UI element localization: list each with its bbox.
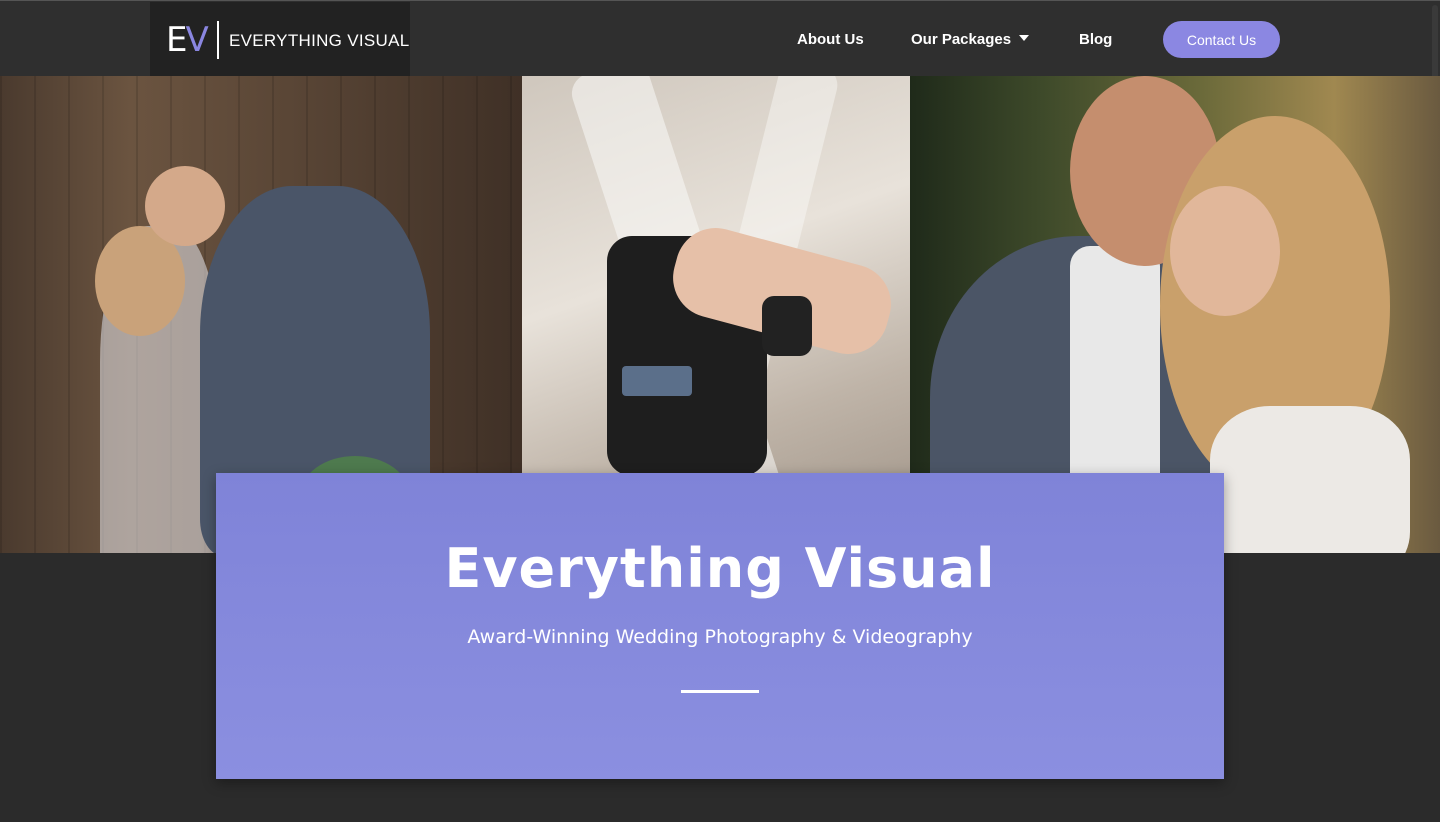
nav-our-packages[interactable]: Our Packages [911,31,1030,48]
site-header: EV EVERYTHING VISUAL About Us Our Packag… [0,0,1440,125]
hero-feature-box: Everything Visual Award-Winning Wedding … [216,473,1224,779]
caret-down-icon [1019,35,1030,42]
nav-about-us[interactable]: About Us [797,31,864,48]
logo-divider [217,21,219,59]
page-title: Everything Visual [444,537,996,600]
page: EV EVERYTHING VISUAL About Us Our Packag… [0,0,1440,822]
logo[interactable]: EV EVERYTHING VISUAL [150,2,410,77]
logo-mark: EV [166,20,209,60]
logo-mark-v: V [185,20,208,60]
divider-line [681,690,759,693]
logo-mark-e: E [166,20,188,60]
contact-us-button[interactable]: Contact Us [1163,21,1280,58]
page-subtitle: Award-Winning Wedding Photography & Vide… [467,626,973,648]
nav-blog[interactable]: Blog [1079,31,1112,48]
nav-our-packages-label: Our Packages [911,31,1012,48]
logo-text: EVERYTHING VISUAL [229,31,410,50]
